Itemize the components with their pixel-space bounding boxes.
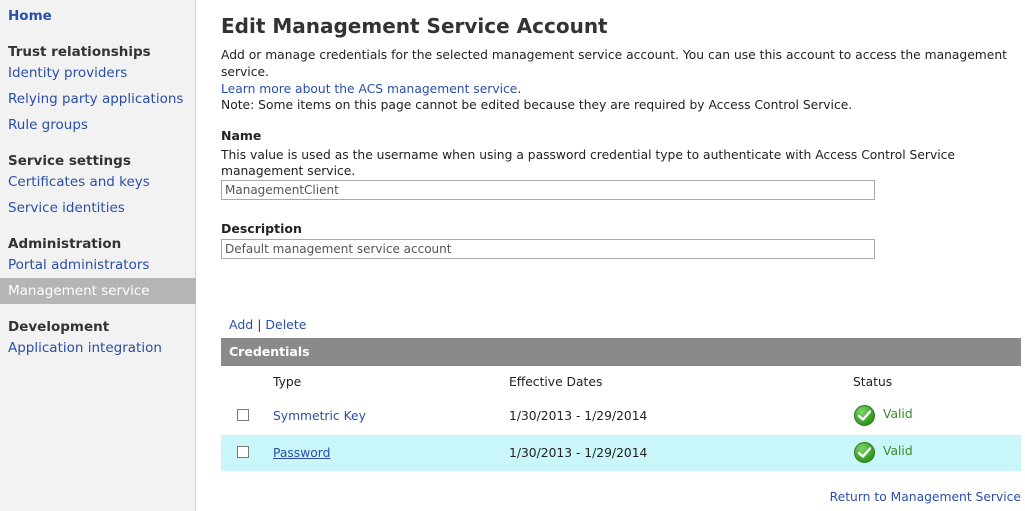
status-text: Valid	[883, 444, 913, 458]
sidebar-item-certificates-and-keys[interactable]: Certificates and keys	[0, 169, 196, 195]
sidebar-item-relying-party-applications[interactable]: Relying party applications	[0, 86, 196, 112]
description-text: Add or manage credentials for the select…	[221, 48, 1007, 79]
sidebar-home-link[interactable]: Home	[8, 8, 52, 24]
sidebar-heading-service-settings: Service settings	[8, 153, 131, 169]
credential-type-link[interactable]: Symmetric Key	[273, 409, 366, 423]
learn-more-link[interactable]: Learn more about the ACS management serv…	[221, 82, 517, 96]
return-to-management-service-link[interactable]: Return to Management Service	[830, 490, 1021, 504]
table-row: Password 1/30/2013 - 1/29/2014 Valid	[221, 435, 1021, 471]
table-row: Symmetric Key 1/30/2013 - 1/29/2014 Vali…	[221, 398, 1021, 434]
column-header-type: Type	[273, 375, 302, 389]
description-input[interactable]	[221, 239, 875, 259]
check-circle-icon	[854, 405, 875, 426]
effective-dates: 1/30/2013 - 1/29/2014	[509, 409, 648, 423]
sidebar-item-application-integration[interactable]: Application integration	[0, 335, 196, 361]
credentials-grid-header: Credentials	[221, 338, 1021, 366]
row-checkbox[interactable]	[237, 446, 249, 458]
check-circle-icon	[854, 442, 875, 463]
add-credential-link[interactable]: Add	[229, 317, 253, 332]
sidebar-item-service-identities[interactable]: Service identities	[0, 195, 196, 221]
sidebar: Home Trust relationships Identity provid…	[0, 0, 196, 511]
column-header-status: Status	[853, 375, 893, 389]
column-header-effective-dates: Effective Dates	[509, 375, 603, 389]
page-description: Add or manage credentials for the select…	[221, 47, 1021, 98]
page-title: Edit Management Service Account	[221, 14, 608, 38]
learn-more-period: .	[517, 82, 522, 96]
sidebar-heading-development: Development	[8, 319, 110, 335]
sidebar-item-identity-providers[interactable]: Identity providers	[0, 60, 196, 86]
description-label: Description	[221, 221, 302, 236]
sidebar-item-portal-administrators[interactable]: Portal administrators	[0, 252, 196, 278]
sidebar-heading-trust-relationships: Trust relationships	[8, 44, 151, 60]
row-checkbox[interactable]	[237, 409, 249, 421]
name-input[interactable]	[221, 180, 875, 200]
credential-actions: Add | Delete	[229, 317, 306, 332]
sidebar-item-rule-groups[interactable]: Rule groups	[0, 112, 196, 138]
status-text: Valid	[883, 407, 913, 421]
delete-credential-link[interactable]: Delete	[265, 317, 306, 332]
main-content: Edit Management Service Account Add or m…	[221, 0, 1021, 511]
actions-separator: |	[257, 317, 262, 332]
name-help-text: This value is used as the username when …	[221, 148, 955, 178]
name-label: Name	[221, 128, 262, 143]
effective-dates: 1/30/2013 - 1/29/2014	[509, 446, 648, 460]
credential-type-link[interactable]: Password	[273, 446, 330, 460]
sidebar-item-management-service[interactable]: Management service	[0, 278, 196, 304]
page-note: Note: Some items on this page cannot be …	[221, 98, 853, 112]
sidebar-heading-administration: Administration	[8, 236, 122, 252]
